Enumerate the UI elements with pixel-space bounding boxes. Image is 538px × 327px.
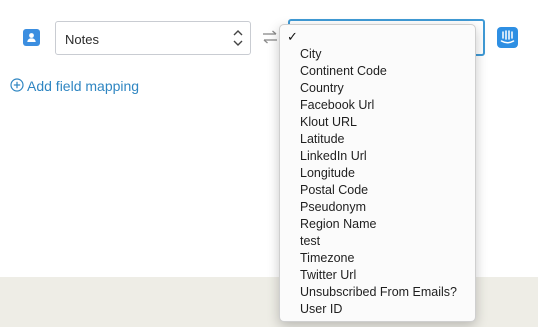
swap-arrows-icon	[261, 29, 279, 45]
add-field-mapping-label: Add field mapping	[27, 78, 140, 94]
dropdown-option[interactable]: Country	[280, 80, 475, 97]
add-field-mapping-link[interactable]: Add field mapping	[10, 77, 139, 95]
dropdown-option[interactable]: Timezone	[280, 250, 475, 267]
dropdown-option[interactable]: Twitter Url	[280, 267, 475, 284]
dropdown-option[interactable]: Klout URL	[280, 114, 475, 131]
dropdown-option[interactable]: LinkedIn Url	[280, 148, 475, 165]
dropdown-option[interactable]: Facebook Url	[280, 97, 475, 114]
select-stepper-icon	[232, 27, 244, 49]
source-field-value: Notes	[65, 32, 99, 47]
plus-circle-icon	[10, 77, 27, 95]
dropdown-option[interactable]: User ID	[280, 301, 475, 318]
dropdown-option[interactable]: Pseudonym	[280, 199, 475, 216]
dropdown-option[interactable]: Postal Code	[280, 182, 475, 199]
dropdown-option[interactable]: test	[280, 233, 475, 250]
dropdown-option[interactable]: Region Name	[280, 216, 475, 233]
source-field-select[interactable]: Notes	[55, 21, 251, 55]
contact-card-icon	[23, 29, 40, 46]
destination-field-dropdown[interactable]: ✓ City Continent Code Country Facebook U…	[279, 24, 476, 322]
selected-checkmark[interactable]: ✓	[287, 29, 298, 45]
dropdown-option[interactable]: Unsubscribed From Emails?	[280, 284, 475, 301]
dropdown-option[interactable]: Latitude	[280, 131, 475, 148]
dropdown-option[interactable]: Continent Code	[280, 63, 475, 80]
dropdown-option[interactable]: City	[280, 46, 475, 63]
intercom-icon	[497, 27, 518, 48]
dropdown-option[interactable]: Longitude	[280, 165, 475, 182]
field-mapping-panel: Notes Add field mapping ✓ City Continent…	[0, 0, 538, 327]
dropdown-options-list: City Continent Code Country Facebook Url…	[280, 46, 475, 318]
